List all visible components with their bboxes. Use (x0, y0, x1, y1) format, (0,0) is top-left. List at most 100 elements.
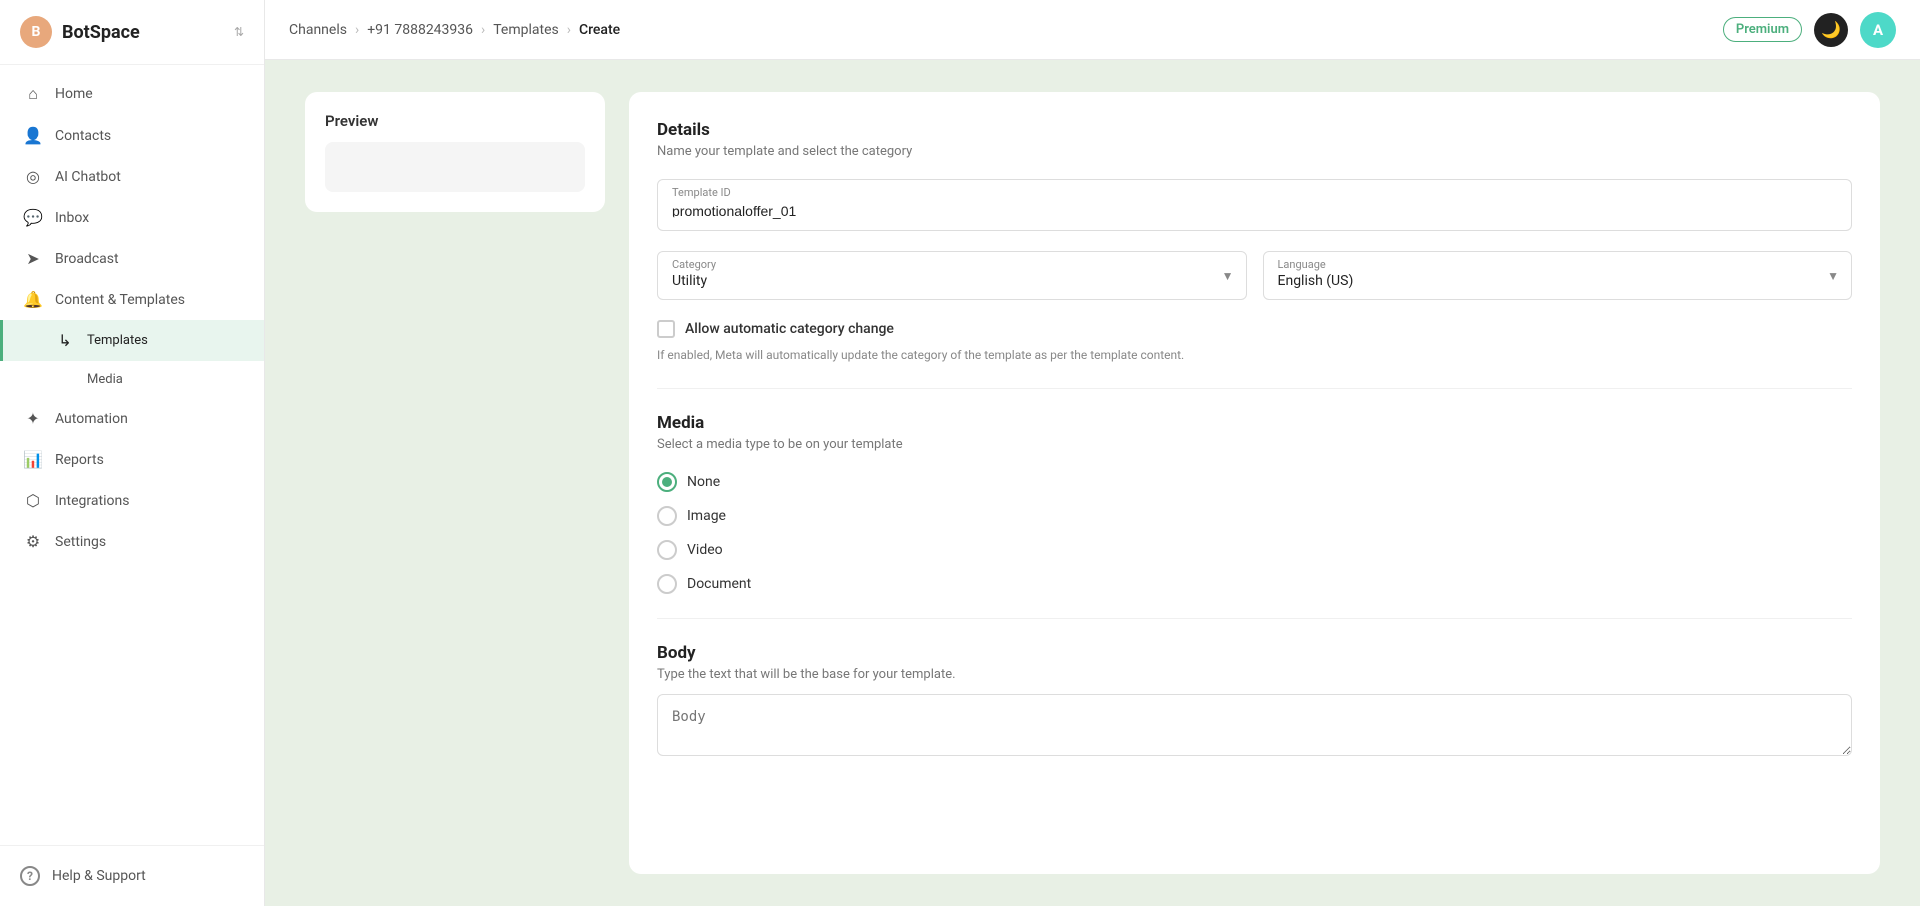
auto-category-checkbox[interactable] (657, 320, 675, 338)
settings-icon: ⚙ (23, 532, 43, 551)
sidebar-item-integrations[interactable]: ⬡ Integrations (0, 480, 264, 521)
category-language-row: Category Utility ▼ Language English (US)… (657, 251, 1852, 300)
language-chevron-icon: ▼ (1827, 269, 1839, 283)
sidebar-item-inbox[interactable]: 💬 Inbox (0, 197, 264, 238)
sidebar-label-templates: Templates (87, 333, 148, 348)
breadcrumb-phone[interactable]: +91 7888243936 (367, 22, 473, 38)
sidebar-label-automation: Automation (55, 411, 128, 427)
radio-none-outer (657, 472, 677, 492)
header-actions: Premium 🌙 A (1723, 12, 1896, 48)
help-support-item[interactable]: ? Help & Support (20, 858, 244, 894)
body-title: Body (657, 643, 1852, 663)
logo-avatar: B (20, 16, 52, 48)
category-select[interactable]: Category Utility ▼ (657, 251, 1247, 300)
media-option-document[interactable]: Document (657, 574, 1852, 594)
details-panel: Details Name your template and select th… (629, 92, 1880, 874)
sidebar-label-integrations: Integrations (55, 493, 129, 509)
sidebar: B BotSpace ⇅ ⌂ Home 👤 Contacts ◎ AI Chat… (0, 0, 265, 906)
content-templates-icon: 🔔 (23, 290, 43, 309)
sidebar-item-automation[interactable]: ✦ Automation (0, 398, 264, 439)
sidebar-label-media: Media (87, 372, 123, 387)
sidebar-item-home[interactable]: ⌂ Home (0, 73, 264, 115)
breadcrumb-templates[interactable]: Templates (493, 22, 559, 38)
sidebar-label-ai-chatbot: AI Chatbot (55, 169, 121, 185)
breadcrumb-channels[interactable]: Channels (289, 22, 347, 38)
template-id-label: Template ID (672, 186, 1837, 199)
inbox-icon: 💬 (23, 208, 43, 227)
media-subtitle: Select a media type to be on your templa… (657, 437, 1852, 452)
sidebar-item-templates[interactable]: ↳ Templates (0, 320, 264, 361)
divider-2 (657, 618, 1852, 619)
divider-1 (657, 388, 1852, 389)
breadcrumb-create: Create (579, 22, 620, 38)
sidebar-bottom: ? Help & Support (0, 845, 264, 906)
preview-title: Preview (325, 112, 585, 130)
media-title: Media (657, 413, 1852, 433)
breadcrumb-sep-2: › (481, 22, 485, 38)
details-title: Details (657, 120, 1852, 140)
sidebar-label-reports: Reports (55, 452, 104, 468)
breadcrumb-sep-3: › (567, 22, 571, 38)
breadcrumb: Channels › +91 7888243936 › Templates › … (289, 22, 620, 38)
app-name: BotSpace (62, 22, 140, 43)
sidebar-item-broadcast[interactable]: ➤ Broadcast (0, 238, 264, 279)
help-label: Help & Support (52, 868, 146, 884)
main-area: Channels › +91 7888243936 › Templates › … (265, 0, 1920, 906)
radio-video-label: Video (687, 542, 723, 558)
breadcrumb-sep-1: › (355, 22, 359, 38)
radio-none-label: None (687, 474, 720, 490)
user-avatar[interactable]: A (1860, 12, 1896, 48)
template-id-input[interactable] (672, 203, 1837, 219)
body-section: Body Type the text that will be the base… (657, 643, 1852, 760)
home-icon: ⌂ (23, 84, 43, 104)
template-id-wrapper[interactable]: Template ID (657, 179, 1852, 231)
radio-none-inner (662, 477, 672, 487)
sidebar-item-settings[interactable]: ⚙ Settings (0, 521, 264, 562)
sidebar-logo[interactable]: B BotSpace ⇅ (0, 0, 264, 65)
media-option-video[interactable]: Video (657, 540, 1852, 560)
sidebar-item-ai-chatbot[interactable]: ◎ AI Chatbot (0, 156, 264, 197)
preview-card: Preview (305, 92, 605, 212)
sidebar-label-home: Home (55, 86, 93, 102)
radio-document-outer (657, 574, 677, 594)
help-icon: ? (20, 866, 40, 886)
language-label: Language (1278, 258, 1812, 271)
language-select[interactable]: Language English (US) ▼ (1263, 251, 1853, 300)
auto-category-desc: If enabled, Meta will automatically upda… (657, 346, 1852, 364)
category-value: Utility (672, 273, 1206, 289)
theme-toggle-button[interactable]: 🌙 (1814, 13, 1848, 47)
radio-document-label: Document (687, 576, 751, 592)
sidebar-label-settings: Settings (55, 534, 106, 550)
media-radio-group: None Image Video Document (657, 472, 1852, 594)
sidebar-item-reports[interactable]: 📊 Reports (0, 439, 264, 480)
media-option-image[interactable]: Image (657, 506, 1852, 526)
sidebar-label-contacts: Contacts (55, 128, 111, 144)
preview-bubble (325, 142, 585, 192)
premium-badge[interactable]: Premium (1723, 17, 1802, 42)
category-chevron-icon: ▼ (1222, 269, 1234, 283)
language-value: English (US) (1278, 273, 1812, 289)
body-textarea[interactable] (657, 694, 1852, 756)
sidebar-item-media[interactable]: Media (0, 361, 264, 398)
media-option-none[interactable]: None (657, 472, 1852, 492)
ai-chatbot-icon: ◎ (23, 167, 43, 186)
integrations-icon: ⬡ (23, 491, 43, 510)
auto-category-label: Allow automatic category change (685, 321, 894, 337)
sidebar-item-content-templates[interactable]: 🔔 Content & Templates (0, 279, 264, 320)
header: Channels › +91 7888243936 › Templates › … (265, 0, 1920, 60)
sidebar-label-content-templates: Content & Templates (55, 292, 185, 308)
media-section: Media Select a media type to be on your … (657, 413, 1852, 594)
sidebar-label-inbox: Inbox (55, 210, 89, 226)
chevron-icon: ⇅ (234, 25, 244, 39)
sidebar-nav: ⌂ Home 👤 Contacts ◎ AI Chatbot 💬 Inbox ➤… (0, 65, 264, 845)
contacts-icon: 👤 (23, 126, 43, 145)
radio-image-outer (657, 506, 677, 526)
sidebar-label-broadcast: Broadcast (55, 251, 119, 267)
auto-category-row[interactable]: Allow automatic category change (657, 320, 1852, 338)
sidebar-item-contacts[interactable]: 👤 Contacts (0, 115, 264, 156)
broadcast-icon: ➤ (23, 249, 43, 268)
templates-icon: ↳ (55, 331, 75, 350)
content-area: Preview Details Name your template and s… (265, 60, 1920, 906)
template-id-field: Template ID (657, 179, 1852, 231)
preview-panel: Preview (305, 92, 605, 874)
